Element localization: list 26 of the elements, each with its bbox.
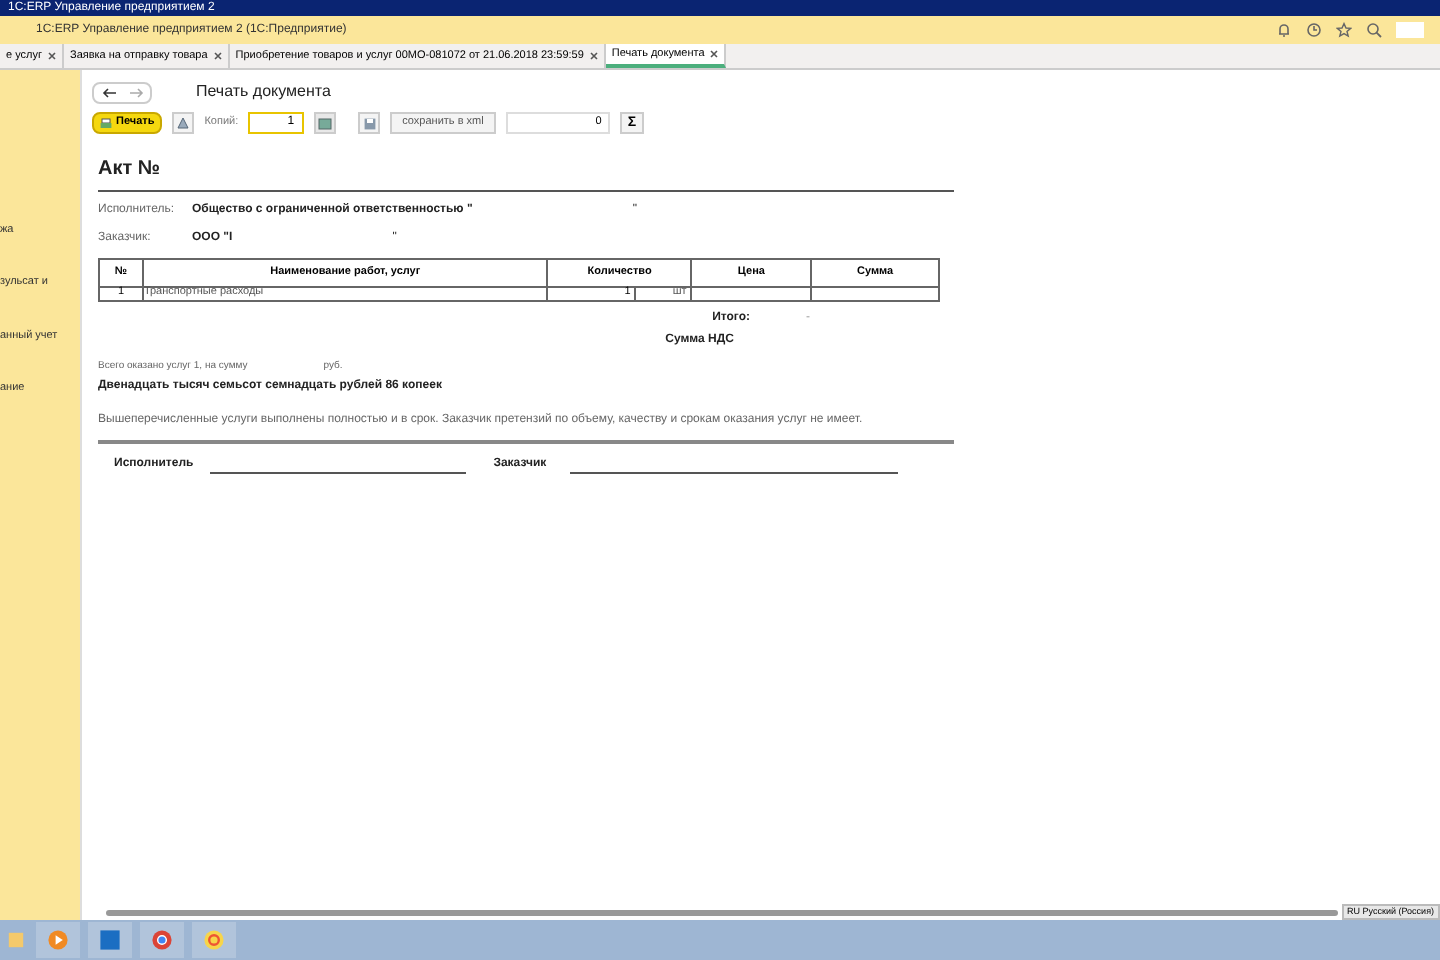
document-title: Акт № — [98, 154, 954, 192]
taskbar-button[interactable] — [192, 922, 236, 958]
table-icon — [318, 117, 333, 129]
preview-button[interactable] — [172, 112, 195, 134]
preview-icon — [176, 116, 191, 130]
media-player-icon — [46, 928, 70, 952]
app-icon — [202, 928, 226, 952]
taskbar-button[interactable] — [140, 922, 184, 958]
browser-icon — [150, 928, 174, 952]
scrollbar[interactable] — [106, 909, 1338, 915]
printer-icon — [100, 117, 112, 129]
close-icon[interactable] — [48, 52, 56, 60]
save-icon-button[interactable] — [358, 112, 381, 134]
page-title: Печать документа — [196, 80, 331, 104]
taskbar-button[interactable] — [88, 922, 132, 958]
search-field[interactable] — [1396, 22, 1424, 38]
star-icon[interactable] — [1336, 22, 1352, 38]
close-icon[interactable] — [589, 52, 598, 60]
history-icon[interactable] — [1306, 22, 1322, 38]
close-icon[interactable] — [710, 50, 719, 58]
arrow-right-icon — [129, 87, 143, 97]
close-icon[interactable] — [213, 52, 222, 60]
settings-button[interactable] — [314, 112, 337, 134]
search-icon[interactable] — [1366, 22, 1382, 38]
bell-icon[interactable] — [1276, 22, 1292, 38]
arrow-left-icon — [101, 87, 115, 97]
